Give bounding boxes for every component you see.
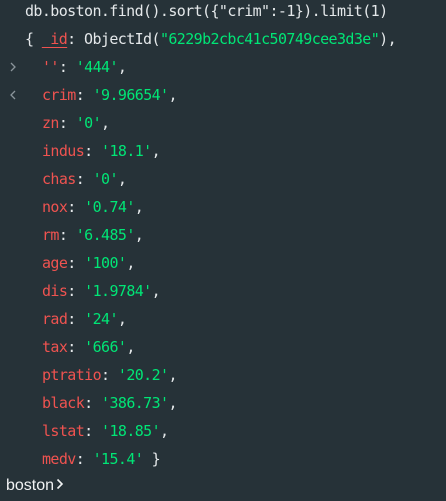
field-pair: ptratio: '20.2', bbox=[42, 366, 178, 384]
close-brace: } bbox=[151, 450, 161, 468]
field-pair: zn: '0', bbox=[42, 114, 110, 132]
field-value: '18.85' bbox=[101, 422, 161, 440]
field-value: '6.485' bbox=[75, 226, 136, 244]
field-row: rad: '24', bbox=[0, 305, 446, 333]
field-row: age: '100', bbox=[0, 249, 446, 277]
field-value: '20.2' bbox=[117, 366, 169, 384]
chevron-right-icon bbox=[56, 472, 64, 500]
field-row: lstat: '18.85', bbox=[0, 417, 446, 445]
field-key: dis bbox=[42, 282, 68, 300]
field-pair: dis: '1.9784', bbox=[42, 282, 161, 300]
field-key: zn bbox=[42, 114, 59, 132]
field-key: rad bbox=[42, 310, 68, 328]
field-key: '' bbox=[42, 58, 59, 76]
field-row: nox: '0.74', bbox=[0, 193, 446, 221]
id-key: _id bbox=[41, 30, 68, 48]
field-pair: black: '386.73', bbox=[42, 394, 178, 412]
field-pair: chas: '0', bbox=[42, 170, 127, 188]
id-value: "6229b2cbc41c50749cee3d3e" bbox=[159, 30, 380, 48]
field-row: medv: '15.4' } bbox=[0, 445, 446, 473]
field-key: lstat bbox=[42, 422, 85, 440]
field-value: '0' bbox=[75, 114, 102, 132]
field-pair: indus: '18.1', bbox=[42, 142, 161, 160]
field-row: dis: '1.9784', bbox=[0, 277, 446, 305]
field-value: '666' bbox=[84, 338, 127, 356]
field-key: tax bbox=[42, 338, 68, 356]
field-row: rm: '6.485', bbox=[0, 221, 446, 249]
field-value: '444' bbox=[75, 58, 119, 76]
field-key: nox bbox=[42, 198, 68, 216]
field-row: crim: '9.96654', bbox=[0, 81, 446, 109]
field-pair: rad: '24', bbox=[42, 310, 127, 328]
field-key: rm bbox=[42, 226, 59, 244]
shell-prompt[interactable]: boston bbox=[6, 472, 64, 500]
field-key: age bbox=[42, 254, 68, 272]
field-row: black: '386.73', bbox=[0, 389, 446, 417]
field-key: ptratio bbox=[42, 366, 102, 384]
field-pair: tax: '666', bbox=[42, 338, 135, 356]
field-key: medv bbox=[42, 450, 76, 468]
field-key: black bbox=[42, 394, 85, 412]
field-value: '386.73' bbox=[101, 394, 169, 412]
field-pair: lstat: '18.85', bbox=[42, 422, 169, 440]
field-pair: age: '100', bbox=[42, 254, 135, 272]
document-open: { _id: ObjectId("6229b2cbc41c50749cee3d3… bbox=[25, 30, 397, 48]
field-key: crim bbox=[42, 86, 76, 104]
field-value: '1.9784' bbox=[84, 282, 152, 300]
field-key: chas bbox=[42, 170, 76, 188]
id-close: ), bbox=[379, 30, 397, 48]
field-row: indus: '18.1', bbox=[0, 137, 446, 165]
field-value: '100' bbox=[84, 254, 127, 272]
field-value: '24' bbox=[84, 310, 118, 328]
field-pair: medv: '15.4' } bbox=[42, 450, 161, 468]
field-row: '': '444', bbox=[0, 53, 446, 81]
objectid-func: ObjectId( bbox=[84, 30, 160, 48]
field-pair: rm: '6.485', bbox=[42, 226, 144, 244]
input-line: db.boston.find().sort({"crim":-1}).limit… bbox=[0, 0, 446, 72]
command-text[interactable]: db.boston.find().sort({"crim":-1}).limit… bbox=[25, 0, 388, 25]
field-row: chas: '0', bbox=[0, 165, 446, 193]
field-value: '9.96654' bbox=[92, 86, 169, 104]
output-first-line: { _id: ObjectId("6229b2cbc41c50749cee3d3… bbox=[0, 25, 446, 100]
field-value: '18.1' bbox=[101, 142, 152, 160]
prompt-db-name: boston bbox=[6, 477, 55, 495]
field-row: zn: '0', bbox=[0, 109, 446, 137]
field-pair: crim: '9.96654', bbox=[42, 86, 178, 104]
field-value: '0' bbox=[92, 170, 119, 188]
field-pair: '': '444', bbox=[42, 58, 127, 76]
field-pair: nox: '0.74', bbox=[42, 198, 144, 216]
field-value: '15.4' bbox=[92, 450, 144, 468]
field-row: tax: '666', bbox=[0, 333, 446, 361]
field-row: ptratio: '20.2', bbox=[0, 361, 446, 389]
field-value: '0.74' bbox=[84, 198, 135, 216]
field-key: indus bbox=[42, 142, 85, 160]
